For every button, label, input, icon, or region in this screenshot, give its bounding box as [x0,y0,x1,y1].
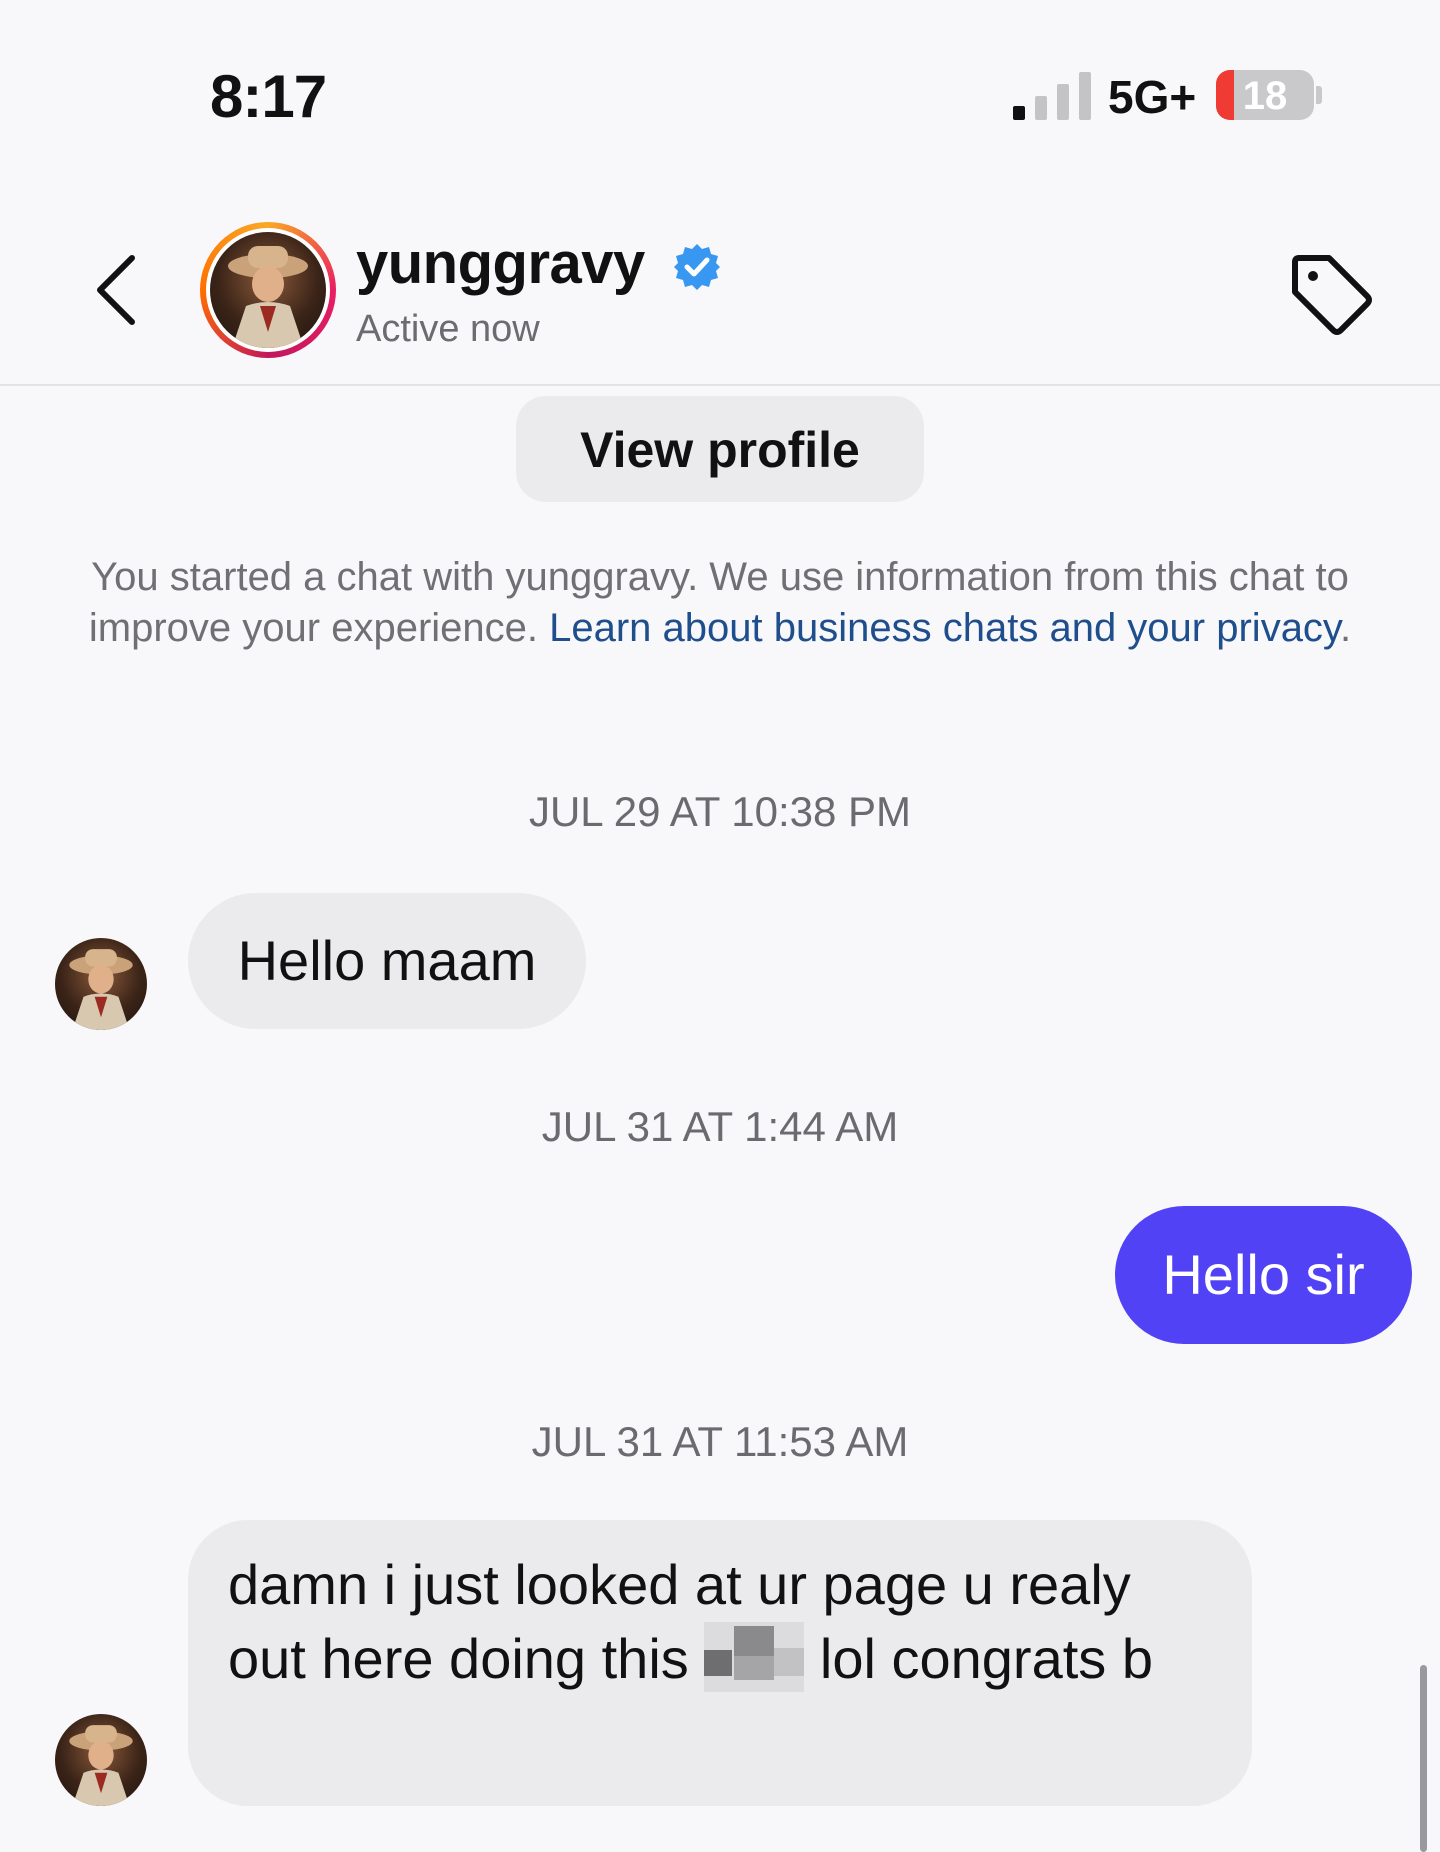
profile-avatar[interactable] [200,222,336,358]
message-text: Hello maam [237,929,537,992]
message-bubble-outgoing[interactable]: Hello sir [1115,1206,1412,1344]
sender-avatar[interactable] [55,938,147,1030]
business-chat-notice: You started a chat with yunggravy. We us… [40,552,1400,654]
chevron-left-icon[interactable] [90,250,150,330]
message-timestamp: JUL 29 AT 10:38 PM [528,788,912,835]
privacy-link[interactable]: Learn about business chats and your priv… [549,606,1340,650]
chat-header: yunggravy Active now [0,190,1440,386]
scrollbar[interactable] [1420,1665,1427,1852]
battery-percent: 18 [1242,74,1288,118]
avatar-photo [69,1725,133,1806]
message-bubble-incoming[interactable]: damn i just looked at ur page u realy ou… [188,1520,1252,1806]
avatar-image [210,232,326,348]
active-status: Active now [356,308,540,350]
avatar-photo [228,246,308,348]
signal-strength-icon [1013,72,1091,120]
sender-avatar[interactable] [55,1714,147,1806]
redacted-image [704,1622,805,1692]
verified-badge-icon [674,244,720,290]
battery-icon: 18 [1216,70,1314,120]
avatar-photo [69,949,133,1030]
chat-username[interactable]: yunggravy [356,230,645,297]
message-text: Hello sir [1162,1243,1365,1306]
battery-nub [1316,86,1322,104]
message-timestamp: JUL 31 AT 1:44 AM [541,1103,899,1150]
network-type: 5G+ [1108,71,1197,123]
view-profile-button[interactable]: View profile [516,396,924,502]
message-text: lol congrats b [819,1627,1153,1690]
status-bar: 8:17 5G+ 18 [0,0,1440,190]
tag-icon[interactable] [1285,248,1375,338]
message-bubble-incoming[interactable]: Hello maam [188,893,586,1029]
notice-end: . [1339,606,1352,650]
message-timestamp: JUL 31 AT 11:53 AM [531,1418,909,1465]
status-time: 8:17 [210,63,327,130]
